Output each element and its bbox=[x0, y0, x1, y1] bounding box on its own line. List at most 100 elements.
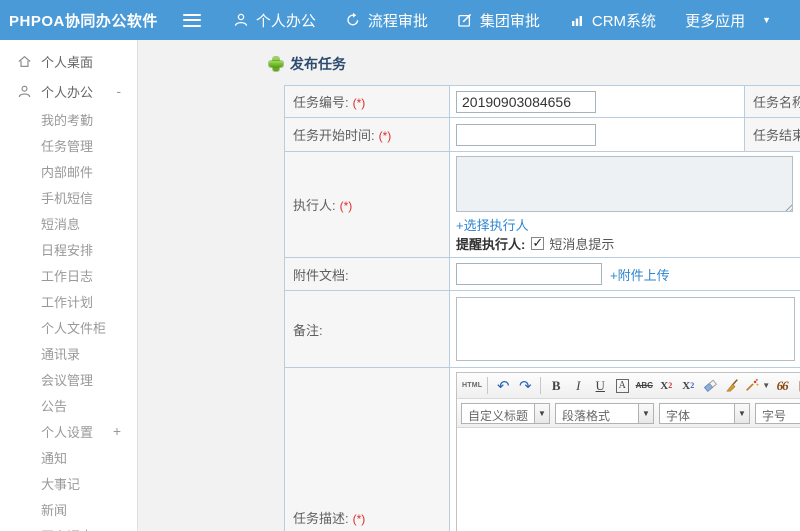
nav-label: 流程审批 bbox=[367, 12, 428, 30]
menu-toggle-icon[interactable] bbox=[183, 13, 201, 27]
remove-format-button[interactable] bbox=[700, 376, 720, 396]
paragraph-format-select[interactable]: 段落格式 ▼ bbox=[555, 402, 654, 424]
nav-label: 集团审批 bbox=[479, 12, 540, 30]
top-nav: 个人办公 流程审批 集团审批 CRM系统 更多应用 ▼ bbox=[233, 10, 800, 31]
sidebar-item-label: 个人桌面 bbox=[41, 54, 94, 70]
sidebar-item-events[interactable]: 大事记 bbox=[0, 470, 137, 496]
task-form-table: 任务编号:(*) 任务名称:(*) 任务开始时间:(*) 任务结束时间: bbox=[284, 85, 800, 531]
superscript-button[interactable]: X2 bbox=[656, 376, 676, 396]
remark-textarea[interactable] bbox=[456, 297, 795, 361]
underline-button[interactable]: U bbox=[590, 376, 610, 396]
nav-personal-office[interactable]: 个人办公 bbox=[233, 10, 316, 31]
attachment-label-cell: 附件文档: bbox=[284, 257, 450, 291]
redo-button[interactable]: ↷ bbox=[515, 376, 535, 396]
sidebar-item-work-plan[interactable]: 工作计划 bbox=[0, 288, 137, 314]
caret-down-icon: ▼ bbox=[734, 403, 749, 423]
sidebar-item-personal-desktop[interactable]: 个人桌面 bbox=[0, 46, 137, 76]
char-border-button[interactable]: A bbox=[612, 376, 632, 396]
page-title-row: 发布任务 bbox=[269, 54, 800, 74]
sidebar-item-announcement[interactable]: 公告 bbox=[0, 392, 137, 418]
collapse-icon[interactable]: - bbox=[116, 83, 121, 99]
executor-textarea[interactable] bbox=[456, 156, 793, 212]
nav-group-approval[interactable]: 集团审批 bbox=[457, 10, 540, 31]
attachment-input[interactable] bbox=[456, 263, 602, 285]
caret-down-icon: ▼ bbox=[638, 403, 653, 423]
executor-label-cell: 执行人: (*) bbox=[284, 151, 450, 258]
editor-toolbar-row1: HTML ↶ ↷ B I U A ABC X2 X2 ▼ 66 bbox=[457, 373, 800, 399]
page-title: 发布任务 bbox=[290, 56, 346, 72]
sidebar-item-meeting-management[interactable]: 会议管理 bbox=[0, 366, 137, 392]
undo-button[interactable]: ↶ bbox=[493, 376, 513, 396]
caret-down-icon: ▼ bbox=[534, 403, 549, 423]
task-name-label-cell: 任务名称:(*) bbox=[744, 85, 800, 118]
add-plus-icon bbox=[269, 57, 283, 71]
expand-icon[interactable]: + bbox=[113, 423, 121, 439]
required-mark: (*) bbox=[378, 129, 392, 143]
sidebar-item-notice[interactable]: 通知 bbox=[0, 444, 137, 470]
user-icon bbox=[18, 85, 31, 97]
remind-executor-label: 提醒执行人: bbox=[456, 237, 526, 252]
task-no-input[interactable] bbox=[456, 90, 596, 113]
edit-square-icon bbox=[458, 13, 472, 27]
editor-toolbar-row2: 自定义标题 ▼ 段落格式 ▼ 字体 ▼ 字号 bbox=[457, 399, 800, 428]
sidebar-item-attendance[interactable]: 我的考勤 bbox=[0, 106, 137, 132]
eraser-icon bbox=[703, 379, 717, 393]
nav-label: CRM系统 bbox=[591, 12, 657, 30]
attachment-upload-link[interactable]: +附件上传 bbox=[610, 265, 670, 284]
subscript-button[interactable]: X2 bbox=[678, 376, 698, 396]
sidebar-item-mobile-sms[interactable]: 手机短信 bbox=[0, 184, 137, 210]
font-size-select[interactable]: 字号 ▼ bbox=[755, 402, 800, 424]
sidebar-item-news[interactable]: 新闻 bbox=[0, 496, 137, 522]
end-time-label-cell: 任务结束时间:(*) bbox=[744, 117, 800, 152]
main-content: 发布任务 任务编号:(*) 任务名称:(*) 任务开始时间:(*) bbox=[138, 40, 800, 531]
nav-crm-system[interactable]: CRM系统 bbox=[569, 10, 656, 31]
bold-button[interactable]: B bbox=[546, 376, 566, 396]
nav-more-apps[interactable]: 更多应用 ▼ bbox=[685, 10, 771, 31]
sidebar-item-contacts[interactable]: 通讯录 bbox=[0, 340, 137, 366]
sidebar-item-personal-settings[interactable]: 个人设置 + bbox=[0, 418, 137, 444]
blockquote-button[interactable]: 66 bbox=[772, 376, 792, 396]
sidebar-item-personal-office[interactable]: 个人办公 - bbox=[0, 76, 137, 106]
process-cycle-icon bbox=[347, 12, 359, 26]
paste-text-button[interactable] bbox=[794, 376, 800, 396]
required-mark: (*) bbox=[352, 96, 366, 110]
sms-remind-checkbox[interactable] bbox=[531, 235, 545, 251]
sidebar-item-work-log[interactable]: 工作日志 bbox=[0, 262, 137, 288]
editor-content-area[interactable] bbox=[457, 428, 800, 531]
required-mark: (*) bbox=[339, 199, 353, 213]
sidebar-item-internal-mail[interactable]: 内部邮件 bbox=[0, 158, 137, 184]
sms-remind-label: 短消息提示 bbox=[549, 237, 615, 252]
start-time-label-cell: 任务开始时间: (*) bbox=[284, 117, 450, 152]
description-label-cell: 任务描述: (*) bbox=[284, 367, 450, 531]
font-family-select[interactable]: 字体 ▼ bbox=[659, 402, 750, 424]
html-source-button[interactable]: HTML bbox=[462, 376, 482, 396]
magic-wand-icon bbox=[746, 378, 759, 391]
sidebar-item-label: 个人办公 bbox=[41, 84, 94, 100]
italic-button[interactable]: I bbox=[568, 376, 588, 396]
special-effect-button[interactable]: ▼ bbox=[744, 376, 770, 396]
user-icon bbox=[234, 13, 247, 27]
sidebar-item-file-cabinet[interactable]: 个人文件柜 bbox=[0, 314, 137, 340]
custom-heading-select[interactable]: 自定义标题 ▼ bbox=[461, 402, 550, 424]
nav-label: 更多应用 bbox=[685, 12, 746, 30]
start-time-input[interactable] bbox=[456, 123, 596, 146]
sidebar: 个人桌面 个人办公 - 我的考勤 任务管理 内部邮件 手机短信 短消息 日程安排… bbox=[0, 40, 138, 531]
rich-text-editor: HTML ↶ ↷ B I U A ABC X2 X2 ▼ 66 自定义标题 ▼ … bbox=[456, 372, 800, 531]
nav-process-approval[interactable]: 流程审批 bbox=[345, 10, 428, 31]
caret-down-icon: ▼ bbox=[762, 381, 771, 390]
sidebar-item-survey[interactable]: 网上调查 bbox=[0, 522, 137, 531]
nav-label: 个人办公 bbox=[255, 12, 316, 30]
sidebar-item-schedule[interactable]: 日程安排 bbox=[0, 236, 137, 262]
sidebar-item-task-management[interactable]: 任务管理 bbox=[0, 132, 137, 158]
home-icon bbox=[18, 55, 31, 67]
choose-executor-link[interactable]: +选择执行人 bbox=[456, 215, 529, 234]
task-no-label-cell: 任务编号: (*) bbox=[284, 85, 450, 118]
remark-label-cell: 备注: bbox=[284, 290, 450, 368]
sidebar-item-short-message[interactable]: 短消息 bbox=[0, 210, 137, 236]
caret-down-icon: ▼ bbox=[762, 14, 771, 25]
strikethrough-button[interactable]: ABC bbox=[634, 376, 654, 396]
clear-format-button[interactable] bbox=[722, 376, 742, 396]
top-bar: PHPOA协同办公软件 个人办公 流程审批 集团审批 CRM系统 更多应用 ▼ bbox=[0, 0, 800, 40]
bar-chart-icon bbox=[571, 16, 582, 26]
app-logo[interactable]: PHPOA协同办公软件 bbox=[0, 10, 183, 31]
